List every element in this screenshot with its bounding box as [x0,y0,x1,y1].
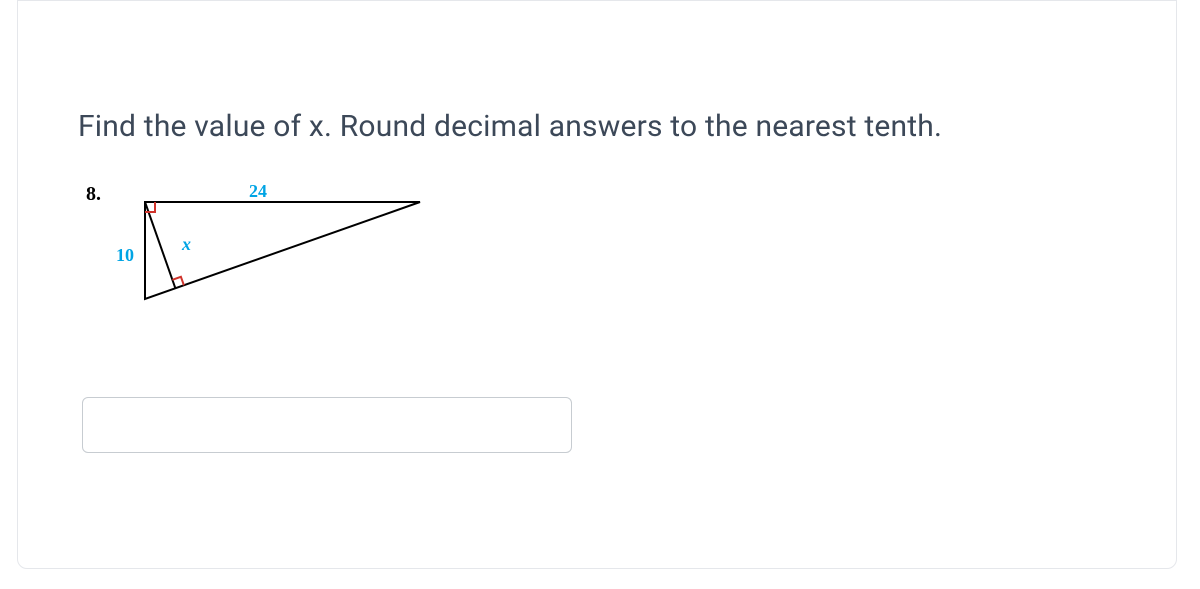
geometry-figure: 8. 24 10 x [86,183,436,333]
problem-number: 8. [86,183,101,206]
label-left-side: 10 [116,245,134,266]
question-prompt: Find the value of x. Round decimal answe… [78,109,942,144]
triangle-icon [140,197,430,317]
question-card: Find the value of x. Round decimal answe… [17,0,1177,569]
answer-input[interactable] [82,397,572,453]
